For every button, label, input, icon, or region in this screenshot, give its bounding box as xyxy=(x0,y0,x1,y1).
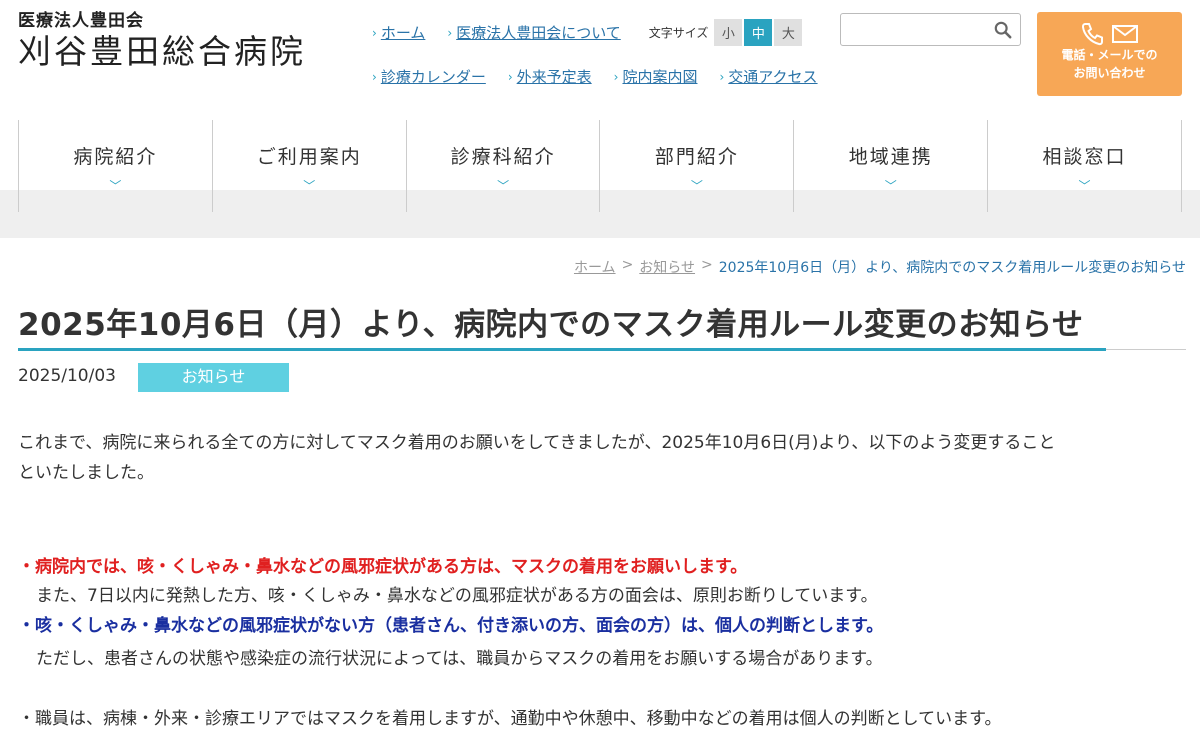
title-underline-thin xyxy=(1106,349,1186,350)
breadcrumb-separator: > xyxy=(621,257,634,273)
breadcrumb-current: 2025年10月6日（月）より、病院内でのマスク着用ルール変更のお知らせ xyxy=(718,260,1186,276)
notice-note-staff-request: ただし、患者さんの状態や感染症の流行状況によっては、職員からマスクの着用をお願い… xyxy=(36,649,883,669)
post-date: 2025/10/03 xyxy=(18,366,116,386)
contact-button[interactable]: 電話・メールでの お問い合わせ xyxy=(1037,12,1182,96)
chevron-down-icon: ﹀ xyxy=(884,179,897,193)
chevron-down-icon: ﹀ xyxy=(690,179,703,193)
title-underline xyxy=(18,348,1106,351)
search-box xyxy=(840,13,1021,46)
util-link-floor-map[interactable]: › 院内案内図 xyxy=(614,66,698,87)
chevron-right-icon: › xyxy=(447,25,453,40)
notice-item-asymptomatic: ・咳・くしゃみ・鼻水などの風邪症状がない方（患者さん、付き添いの方、面会の方）は… xyxy=(18,616,884,636)
font-size-large-button[interactable]: 大 xyxy=(774,19,803,46)
page-title: 2025年10月6日（月）より、病院内でのマスク着用ルール変更のお知らせ xyxy=(18,307,1084,343)
phone-icon xyxy=(1081,23,1103,46)
chevron-right-icon: › xyxy=(372,69,377,84)
logo-title: 刈谷豊田総合病院 xyxy=(18,32,306,71)
intro-line-2: といたしました。 xyxy=(18,463,154,483)
breadcrumb-home[interactable]: ホーム xyxy=(574,257,616,277)
mail-icon xyxy=(1111,25,1138,43)
util-link-calendar[interactable]: › 診療カレンダー xyxy=(372,66,486,87)
util-link-access[interactable]: › 交通アクセス xyxy=(719,66,817,87)
util-link-about[interactable]: › 医療法人豊田会について xyxy=(447,22,620,43)
nav-item-consultation[interactable]: 相談窓口 ﹀ xyxy=(987,120,1182,212)
main-nav: 病院紹介 ﹀ ご利用案内 ﹀ 診療科紹介 ﹀ 部門紹介 ﹀ 地域連携 ﹀ 相談窓… xyxy=(18,120,1182,212)
font-size-small-button[interactable]: 小 xyxy=(714,19,743,46)
logo-subtitle: 医療法人豊田会 xyxy=(18,11,144,31)
font-size-medium-button[interactable]: 中 xyxy=(744,19,773,46)
notice-note-visits: また、7日以内に発熱した方、咳・くしゃみ・鼻水などの風邪症状がある方の面会は、原… xyxy=(36,586,878,606)
breadcrumb-news[interactable]: お知らせ xyxy=(639,257,695,277)
chevron-down-icon: ﹀ xyxy=(1078,179,1091,193)
nav-item-community[interactable]: 地域連携 ﹀ xyxy=(793,120,987,212)
utility-nav-top: › ホーム › 医療法人豊田会について 文字サイズ 小 中 大 xyxy=(372,19,803,46)
contact-icons xyxy=(1037,22,1182,46)
chevron-down-icon: ﹀ xyxy=(303,179,316,193)
chevron-right-icon: › xyxy=(613,69,619,84)
contact-line1: 電話・メールでの xyxy=(1061,48,1158,62)
chevron-right-icon: › xyxy=(372,25,377,40)
chevron-right-icon: › xyxy=(507,69,513,84)
nav-item-hospital-intro[interactable]: 病院紹介 ﹀ xyxy=(18,120,212,212)
chevron-down-icon: ﹀ xyxy=(497,179,510,193)
utility-nav-bottom: › 診療カレンダー › 外来予定表 › 院内案内図 › 交通アクセス xyxy=(372,66,840,87)
search-input[interactable] xyxy=(841,14,991,45)
util-link-home[interactable]: › ホーム xyxy=(372,22,425,43)
nav-item-usage-guide[interactable]: ご利用案内 ﹀ xyxy=(211,120,406,212)
util-link-outpatient-schedule[interactable]: › 外来予定表 xyxy=(508,66,592,87)
category-badge[interactable]: お知らせ xyxy=(138,363,289,392)
notice-item-symptomatic: ・病院内では、咳・くしゃみ・鼻水などの風邪症状がある方は、マスクの着用をお願いし… xyxy=(18,557,748,577)
font-size-label: 文字サイズ xyxy=(648,26,709,40)
chevron-down-icon: ﹀ xyxy=(109,179,122,193)
chevron-right-icon: › xyxy=(719,69,725,84)
notice-item-staff: ・職員は、病棟・外来・診療エリアではマスクを着用しますが、通勤中や休憩中、移動中… xyxy=(18,709,1002,729)
font-size-switcher: 文字サイズ 小 中 大 xyxy=(649,19,803,46)
site-logo[interactable]: 医療法人豊田会 刈谷豊田総合病院 xyxy=(18,10,306,72)
contact-line2: お問い合わせ xyxy=(1073,66,1146,80)
breadcrumb-separator: > xyxy=(701,257,713,273)
nav-item-divisions[interactable]: 部門紹介 ﹀ xyxy=(599,120,793,212)
nav-item-departments[interactable]: 診療科紹介 ﹀ xyxy=(405,120,600,212)
breadcrumb: ホーム > お知らせ > 2025年10月6日（月）より、病院内でのマスク着用ル… xyxy=(574,257,1186,277)
intro-line-1: これまで、病院に来られる全ての方に対してマスク着用のお願いをしてきましたが、20… xyxy=(18,433,1056,453)
search-icon[interactable] xyxy=(994,21,1012,39)
